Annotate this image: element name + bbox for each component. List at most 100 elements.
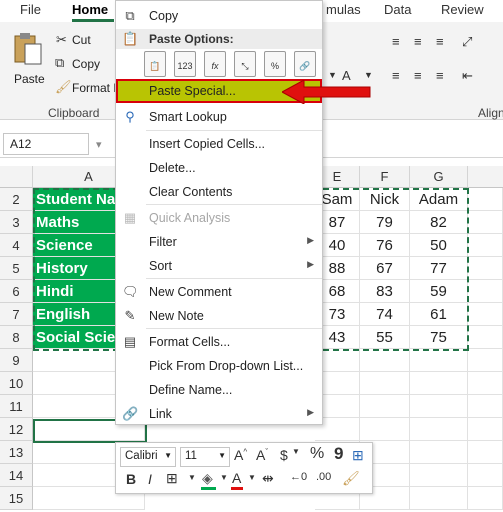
menu-item-define-name[interactable]: Define Name... [116,378,322,402]
comma-format-button[interactable]: 9 [334,444,343,464]
menu-item-pick-from-list[interactable]: Pick From Drop-down List... [116,354,322,378]
copy-button[interactable]: Copy [72,57,100,71]
row-header[interactable]: 3 [0,211,33,234]
data-cell[interactable]: 59 [410,280,468,303]
row-header[interactable]: 14 [0,464,33,487]
empty-cell[interactable] [468,395,503,418]
empty-cell[interactable] [468,280,503,303]
empty-cell[interactable] [468,418,503,441]
chevron-down-icon[interactable]: ▼ [248,473,256,482]
paste-icon[interactable]: 📋 [144,51,166,77]
empty-cell[interactable] [468,464,503,487]
row-header[interactable]: 10 [0,372,33,395]
data-cell[interactable]: 79 [360,211,410,234]
tab-data[interactable]: Data [384,2,411,17]
empty-cell[interactable] [468,303,503,326]
font-size-dropdown[interactable]: 11 ▼ [180,447,230,467]
data-cell[interactable]: Nick [360,188,410,211]
empty-cell[interactable] [410,372,468,395]
decrease-font-icon[interactable]: Aˇ [256,447,268,463]
tab-home[interactable]: Home [72,2,108,17]
paste-formulas-icon[interactable]: fx [204,51,226,77]
row-header[interactable]: 5 [0,257,33,280]
column-header-g[interactable]: G [410,166,468,188]
select-all-corner[interactable] [0,166,33,188]
empty-cell[interactable] [468,441,503,464]
name-box[interactable]: A12 [3,133,89,155]
data-cell[interactable]: 74 [360,303,410,326]
font-color-icon[interactable]: A [232,470,241,486]
chevron-down-icon[interactable]: ▼ [292,447,300,456]
empty-cell[interactable] [468,234,503,257]
menu-item-new-note[interactable]: ✎ New Note [116,304,322,328]
align-bottom-icon[interactable]: ≡ [436,34,444,49]
empty-cell[interactable] [410,487,468,510]
empty-cell[interactable] [468,349,503,372]
chevron-down-icon[interactable]: ▼ [220,473,228,482]
paste-button[interactable]: Paste [10,32,46,88]
empty-cell[interactable] [360,372,410,395]
borders-icon[interactable]: ⊞ [166,470,178,487]
increase-font-icon[interactable]: A^ [234,447,247,463]
empty-cell[interactable] [468,487,503,510]
menu-item-sort[interactable]: Sort ▶ [116,254,322,278]
align-center-icon[interactable]: ≡ [414,68,422,83]
indent-icon[interactable]: ⇤ [462,68,473,84]
paste-values-icon[interactable]: 123 [174,51,196,77]
data-cell[interactable]: 67 [360,257,410,280]
menu-item-clear-contents[interactable]: Clear Contents [116,180,322,204]
decrease-decimal-icon[interactable]: .00 [316,471,331,483]
currency-format-button[interactable]: $ [280,447,288,463]
align-top-icon[interactable]: ≡ [392,34,400,49]
empty-cell[interactable] [410,441,468,464]
empty-cell[interactable] [410,349,468,372]
data-cell[interactable]: 61 [410,303,468,326]
chevron-down-icon[interactable]: ▼ [188,473,196,482]
column-header-f[interactable]: F [360,166,410,188]
empty-cell[interactable] [468,211,503,234]
data-cell[interactable]: 77 [410,257,468,280]
orientation-icon[interactable]: ⤢ [462,34,472,50]
menu-item-format-cells[interactable]: ▤ Format Cells... [116,330,322,354]
merge-center-icon[interactable]: ⇹ [262,470,274,487]
bold-button[interactable]: B [126,471,136,487]
row-header[interactable]: 12 [0,418,33,441]
align-right-icon[interactable]: ≡ [436,68,444,83]
empty-cell[interactable] [468,326,503,349]
menu-item-filter[interactable]: Filter ▶ [116,230,322,254]
tab-formulas[interactable]: mulas [326,2,361,17]
menu-item-delete[interactable]: Delete... [116,156,322,180]
tab-review[interactable]: Review [441,2,484,17]
data-cell[interactable]: 50 [410,234,468,257]
cut-button[interactable]: Cut [72,33,91,47]
menu-item-copy[interactable]: ⧉ Copy [116,4,322,28]
increase-decimal-icon[interactable]: ←0 [290,471,307,483]
align-left-icon[interactable]: ≡ [392,68,400,83]
paste-transpose-icon[interactable]: ⤡ [234,51,256,77]
italic-button[interactable]: I [148,471,152,487]
font-dropdown-icon[interactable]: ▼ [328,70,337,80]
row-header[interactable]: 11 [0,395,33,418]
table-format-icon[interactable]: ⊞ [352,447,364,464]
row-header[interactable]: 13 [0,441,33,464]
data-cell[interactable]: 75 [410,326,468,349]
tab-file[interactable]: File [20,2,41,17]
percent-format-button[interactable]: % [310,445,324,463]
row-header[interactable]: 2 [0,188,33,211]
menu-item-insert-copied-cells[interactable]: Insert Copied Cells... [116,132,322,156]
menu-item-new-comment[interactable]: 🗨 New Comment [116,280,322,304]
data-cell[interactable]: 83 [360,280,410,303]
font-name-dropdown[interactable]: Calibri ▼ [120,447,176,467]
font-dropdown-icon-2[interactable]: ▼ [364,70,373,80]
row-header[interactable]: 9 [0,349,33,372]
empty-cell[interactable] [360,349,410,372]
column-header-h[interactable] [468,166,503,188]
row-header[interactable]: 15 [0,487,33,510]
format-painter-icon[interactable]: 🖌 [342,470,360,487]
align-middle-icon[interactable]: ≡ [414,34,422,49]
data-cell[interactable]: 82 [410,211,468,234]
empty-cell[interactable] [468,188,503,211]
menu-item-link[interactable]: 🔗 Link ▶ [116,402,322,426]
data-cell[interactable]: 76 [360,234,410,257]
data-cell[interactable]: 55 [360,326,410,349]
